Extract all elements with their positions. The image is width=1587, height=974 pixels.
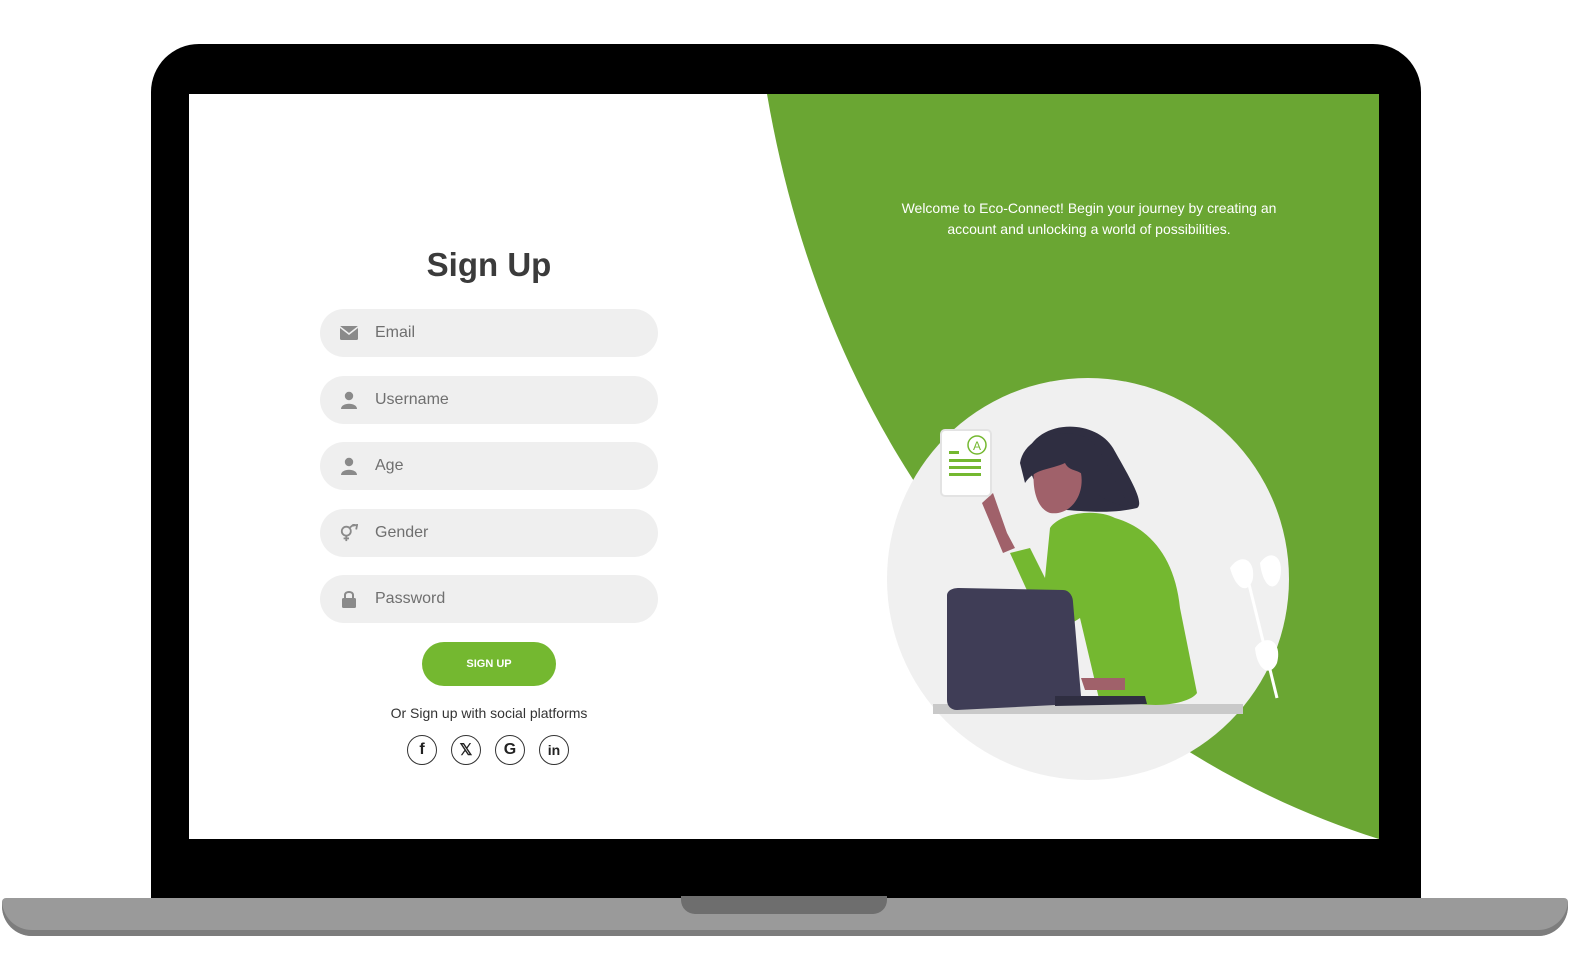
password-field[interactable]: Password bbox=[320, 575, 658, 623]
illustration-woman-laptop: A bbox=[887, 378, 1289, 780]
welcome-text: Welcome to Eco-Connect! Begin your journ… bbox=[901, 200, 1277, 237]
social-signup-text: Or Sign up with social platforms bbox=[390, 705, 588, 721]
gender-icon bbox=[340, 524, 358, 542]
page-title: Sign Up bbox=[426, 246, 552, 283]
laptop-notch bbox=[681, 896, 887, 914]
linkedin-icon[interactable]: in bbox=[539, 735, 569, 765]
email-field[interactable]: Email bbox=[320, 309, 658, 357]
gender-placeholder: Gender bbox=[375, 524, 429, 541]
sign-up-button[interactable]: SIGN UP bbox=[422, 642, 556, 686]
user-icon bbox=[340, 457, 358, 475]
password-placeholder: Password bbox=[375, 590, 446, 607]
username-field[interactable]: Username bbox=[320, 376, 658, 424]
screen: Welcome to Eco-Connect! Begin your journ… bbox=[189, 94, 1379, 839]
gender-field[interactable]: Gender bbox=[320, 509, 658, 557]
age-placeholder: Age bbox=[375, 457, 404, 474]
age-field[interactable]: Age bbox=[320, 442, 658, 490]
svg-text:A: A bbox=[973, 439, 981, 453]
envelope-icon bbox=[340, 324, 358, 342]
username-placeholder: Username bbox=[375, 391, 449, 408]
user-icon bbox=[340, 391, 358, 409]
lock-icon bbox=[340, 590, 358, 608]
x-icon[interactable]: 𝕏 bbox=[451, 735, 481, 765]
google-icon[interactable]: G bbox=[495, 735, 525, 765]
email-placeholder: Email bbox=[375, 324, 416, 341]
facebook-icon[interactable]: f bbox=[407, 735, 437, 765]
